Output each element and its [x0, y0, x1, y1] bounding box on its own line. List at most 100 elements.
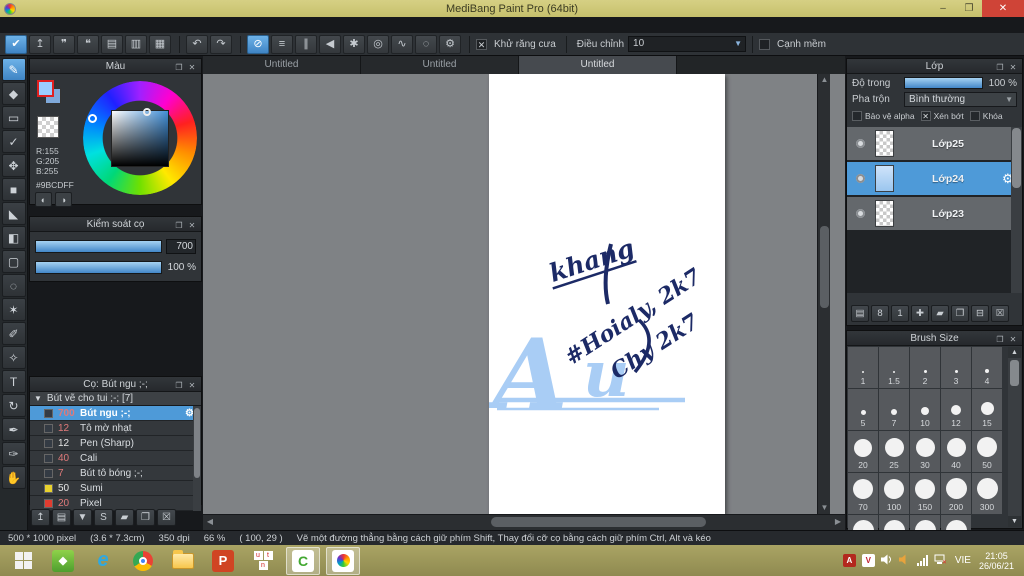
taskbar-coccoc[interactable]: C — [286, 546, 320, 575]
brush-row[interactable]: 12 Tô mờ nhạt ⚙ — [30, 421, 201, 436]
speaker-icon[interactable] — [880, 554, 893, 568]
toolbar-button[interactable]: ▥ — [125, 34, 147, 54]
antialias-checkbox[interactable]: ✕ — [476, 38, 487, 50]
brush-size-cell[interactable]: 150 — [910, 473, 940, 514]
brush-folder-row[interactable]: ▼ Bút vẽ cho tui ;-; [7] — [30, 392, 201, 406]
layer-footer-button[interactable]: ⊟ — [971, 305, 989, 322]
tool-button[interactable]: ◆ — [1, 82, 26, 105]
brush-size-cell[interactable]: 7 — [879, 389, 909, 430]
brush-size-cell[interactable]: 50 — [972, 431, 1002, 472]
brush-size-cell[interactable]: 10 — [910, 389, 940, 430]
horizontal-scroll-thumb[interactable] — [491, 517, 706, 527]
collapse-triangle-icon[interactable]: ▼ — [34, 394, 42, 403]
transparent-color-swatch[interactable] — [37, 116, 59, 138]
v-tray-icon[interactable]: V — [861, 554, 875, 567]
popout-icon[interactable]: ❐ — [173, 60, 185, 75]
brush-footer-button[interactable]: ☒ — [157, 509, 176, 526]
layer-footer-button[interactable]: 1 — [891, 305, 909, 322]
snap-mode-button[interactable]: ⊘ — [247, 34, 269, 54]
layer-checkbox[interactable]: ✕ Xén bớt — [920, 111, 964, 121]
toolbar-button[interactable]: ▦ — [149, 34, 171, 54]
layer-footer-button[interactable]: ☒ — [991, 305, 1009, 322]
brush-opacity-slider[interactable] — [35, 261, 162, 274]
tool-button[interactable]: ◣ — [1, 202, 26, 225]
palette-icon[interactable]: ◐ — [35, 192, 52, 207]
soft-edge-checkbox[interactable] — [759, 38, 771, 50]
tool-button[interactable]: ✒ — [1, 418, 26, 441]
document-tab[interactable]: Untitled — [519, 56, 677, 74]
layer-row[interactable]: Lớp24 ⚙ — [847, 162, 1022, 195]
brush-footer-button[interactable]: ↥ — [31, 509, 50, 526]
brush-row[interactable]: 12 Pen (Sharp) ⚙ — [30, 436, 201, 451]
snap-mode-button[interactable]: ✱ — [343, 34, 365, 54]
vertical-scrollbar[interactable]: ▲ ▼ — [817, 74, 830, 514]
scroll-left-icon[interactable]: ◀ — [204, 516, 216, 528]
checkbox-icon[interactable] — [969, 111, 980, 121]
brush-size-cell[interactable]: 5 — [848, 389, 878, 430]
palette-add-icon[interactable]: ◑ — [55, 192, 72, 207]
pdf-tray-icon[interactable]: A — [842, 554, 856, 567]
layer-opacity-slider[interactable] — [904, 77, 983, 89]
layer-row[interactable]: Lớp23 ⚙ — [847, 197, 1022, 230]
taskbar-internet-explorer[interactable]: e — [86, 547, 120, 575]
snap-mode-button[interactable]: ≡ — [271, 34, 293, 54]
brush-row[interactable]: 7 Bút tô bóng ;-; ⚙ — [30, 466, 201, 481]
tool-button[interactable]: ◧ — [1, 226, 26, 249]
toolbar-button[interactable]: ❞ — [53, 34, 75, 54]
brush-size-cell[interactable]: 25 — [879, 431, 909, 472]
taskbar-medibang[interactable] — [326, 546, 360, 575]
brush-size-cell[interactable]: 15 — [972, 389, 1002, 430]
brush-footer-button[interactable]: S — [94, 509, 113, 526]
tool-button[interactable]: T — [1, 370, 26, 393]
taskbar-bluestacks[interactable]: ◆ — [46, 547, 80, 575]
tool-button[interactable]: ▢ — [1, 250, 26, 273]
tool-button[interactable]: ✶ — [1, 298, 26, 321]
tool-button[interactable]: ■ — [1, 178, 26, 201]
layer-scrollbar[interactable] — [1011, 127, 1022, 293]
tool-button[interactable]: ✋ — [1, 466, 26, 489]
close-icon[interactable]: ✕ — [186, 378, 198, 393]
document-tab[interactable]: Untitled — [361, 56, 519, 74]
brush-size-cell[interactable]: 1 — [848, 347, 878, 388]
tool-button[interactable]: ◌ — [1, 274, 26, 297]
start-button[interactable] — [6, 547, 40, 575]
brush-size-cell[interactable]: 40 — [941, 431, 971, 472]
brush-footer-button[interactable]: ▰ — [115, 509, 134, 526]
brush-footer-button[interactable]: ❐ — [136, 509, 155, 526]
layer-footer-button[interactable]: 8 — [871, 305, 889, 322]
brush-size-cell[interactable]: 300 — [972, 473, 1002, 514]
adjust-dropdown[interactable]: 10 ▼ — [628, 36, 747, 52]
layer-row[interactable]: Lớp25 ⚙ — [847, 127, 1022, 160]
document-tab[interactable]: Untitled — [203, 56, 361, 74]
brush-list-scrollbar[interactable] — [193, 406, 201, 511]
layer-footer-button[interactable]: ▰ — [931, 305, 949, 322]
snap-mode-button[interactable]: ∿ — [391, 34, 413, 54]
brush-size-cell[interactable]: 200 — [941, 473, 971, 514]
signal-bars-icon[interactable] — [916, 555, 928, 566]
brush-size-cell[interactable]: 30 — [910, 431, 940, 472]
snap-mode-button[interactable]: ⚙ — [439, 34, 461, 54]
scroll-down-icon[interactable]: ▼ — [1008, 516, 1021, 527]
brush-row[interactable]: 40 Cali ⚙ — [30, 451, 201, 466]
visibility-icon[interactable] — [856, 209, 865, 218]
brush-size-cell[interactable]: 12 — [941, 389, 971, 430]
taskbar-file-explorer[interactable] — [166, 547, 200, 575]
layer-checkbox[interactable]: Bảo vệ alpha — [852, 111, 915, 121]
brush-size-cell[interactable]: 70 — [848, 473, 878, 514]
brush-footer-button[interactable]: ▼ — [73, 509, 92, 526]
brush-size-scrollbar[interactable]: ▲ ▼ — [1008, 347, 1021, 527]
checkbox-icon[interactable]: ✕ — [920, 111, 931, 121]
snap-mode-button[interactable]: ◌ — [415, 34, 437, 54]
maximize-button[interactable]: ❐ — [956, 0, 982, 17]
checkbox-icon[interactable] — [852, 111, 862, 121]
undo-button[interactable]: ↶ — [186, 34, 208, 54]
clock[interactable]: 21:05 26/06/21 — [979, 551, 1014, 571]
redo-button[interactable]: ↷ — [210, 34, 232, 54]
scroll-right-icon[interactable]: ▶ — [832, 516, 844, 528]
brush-size-cell[interactable]: 3 — [941, 347, 971, 388]
blend-mode-dropdown[interactable]: Bình thường ▼ — [904, 92, 1017, 107]
brush-size-slider[interactable] — [35, 240, 162, 253]
snap-mode-button[interactable]: ◀ — [319, 34, 341, 54]
close-icon[interactable]: ✕ — [186, 218, 198, 233]
popout-icon[interactable]: ❐ — [173, 218, 185, 233]
